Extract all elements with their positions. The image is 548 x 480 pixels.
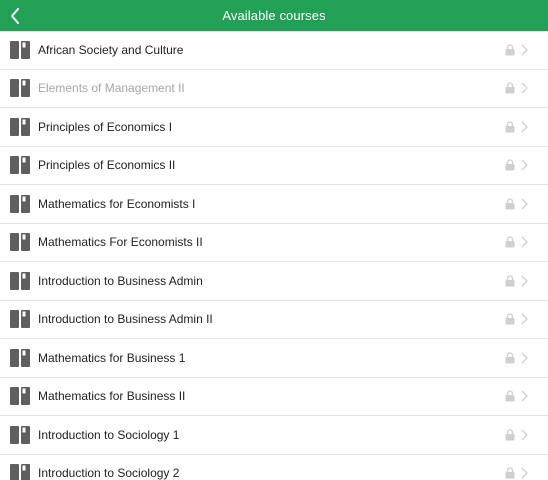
course-row[interactable]: Introduction to Sociology 1 bbox=[0, 416, 548, 455]
chevron-right-icon bbox=[521, 429, 528, 441]
course-title: Introduction to Business Admin bbox=[38, 273, 203, 288]
course-row[interactable]: African Society and Culture bbox=[0, 31, 548, 70]
lock-icon bbox=[505, 198, 515, 210]
chevron-right-icon bbox=[521, 390, 528, 402]
navigation-bar: Available courses bbox=[0, 0, 548, 31]
book-icon bbox=[10, 310, 30, 329]
chevron-right-icon bbox=[521, 121, 528, 133]
chevron-right-icon bbox=[521, 82, 528, 94]
course-title: Introduction to Sociology 1 bbox=[38, 427, 180, 442]
book-icon bbox=[10, 348, 30, 367]
lock-icon bbox=[505, 313, 515, 325]
course-title: Introduction to Sociology 2 bbox=[38, 466, 180, 480]
chevron-left-icon bbox=[11, 7, 19, 24]
course-row[interactable]: Elements of Management II bbox=[0, 69, 548, 108]
lock-icon bbox=[505, 467, 515, 479]
course-row[interactable]: Introduction to Business Admin II bbox=[0, 300, 548, 339]
course-row[interactable]: Mathematics for Business II bbox=[0, 377, 548, 416]
course-row[interactable]: Introduction to Business Admin bbox=[0, 262, 548, 301]
book-icon bbox=[10, 79, 30, 98]
course-title: Elements of Management II bbox=[38, 81, 185, 96]
book-icon bbox=[10, 117, 30, 136]
course-title: Introduction to Business Admin II bbox=[38, 312, 213, 327]
book-icon bbox=[10, 271, 30, 290]
lock-icon bbox=[505, 429, 515, 441]
course-title: Mathematics For Economists II bbox=[38, 235, 203, 250]
book-icon bbox=[10, 156, 30, 175]
book-icon bbox=[10, 464, 30, 480]
book-icon bbox=[10, 194, 30, 213]
course-row[interactable]: Introduction to Sociology 2 bbox=[0, 454, 548, 480]
course-row[interactable]: Principles of Economics II bbox=[0, 146, 548, 185]
course-row[interactable]: Mathematics For Economists II bbox=[0, 223, 548, 262]
chevron-right-icon bbox=[521, 44, 528, 56]
lock-icon bbox=[505, 44, 515, 56]
lock-icon bbox=[505, 236, 515, 248]
chevron-right-icon bbox=[521, 236, 528, 248]
course-title: African Society and Culture bbox=[38, 43, 184, 58]
back-button[interactable] bbox=[0, 0, 30, 31]
course-title: Mathematics for Business 1 bbox=[38, 350, 186, 365]
course-row[interactable]: Principles of Economics I bbox=[0, 108, 548, 147]
course-list: African Society and Culture Elements of M… bbox=[0, 31, 548, 480]
course-title: Principles of Economics I bbox=[38, 119, 173, 134]
lock-icon bbox=[505, 390, 515, 402]
course-title: Mathematics for Economists I bbox=[38, 196, 196, 211]
book-icon bbox=[10, 387, 30, 406]
page-title: Available courses bbox=[222, 8, 326, 23]
lock-icon bbox=[505, 352, 515, 364]
chevron-right-icon bbox=[521, 467, 528, 479]
lock-icon bbox=[505, 121, 515, 133]
chevron-right-icon bbox=[521, 275, 528, 287]
book-icon bbox=[10, 425, 30, 444]
course-row[interactable]: Mathematics for Business 1 bbox=[0, 339, 548, 378]
lock-icon bbox=[505, 275, 515, 287]
lock-icon bbox=[505, 82, 515, 94]
book-icon bbox=[10, 233, 30, 252]
chevron-right-icon bbox=[521, 159, 528, 171]
course-row[interactable]: Mathematics for Economists I bbox=[0, 185, 548, 224]
book-icon bbox=[10, 41, 30, 60]
chevron-right-icon bbox=[521, 352, 528, 364]
course-title: Principles of Economics II bbox=[38, 158, 176, 173]
chevron-right-icon bbox=[521, 313, 528, 325]
app-screen: Available courses African Society and Cu… bbox=[0, 0, 548, 480]
chevron-right-icon bbox=[521, 198, 528, 210]
lock-icon bbox=[505, 159, 515, 171]
course-title: Mathematics for Business II bbox=[38, 389, 186, 404]
